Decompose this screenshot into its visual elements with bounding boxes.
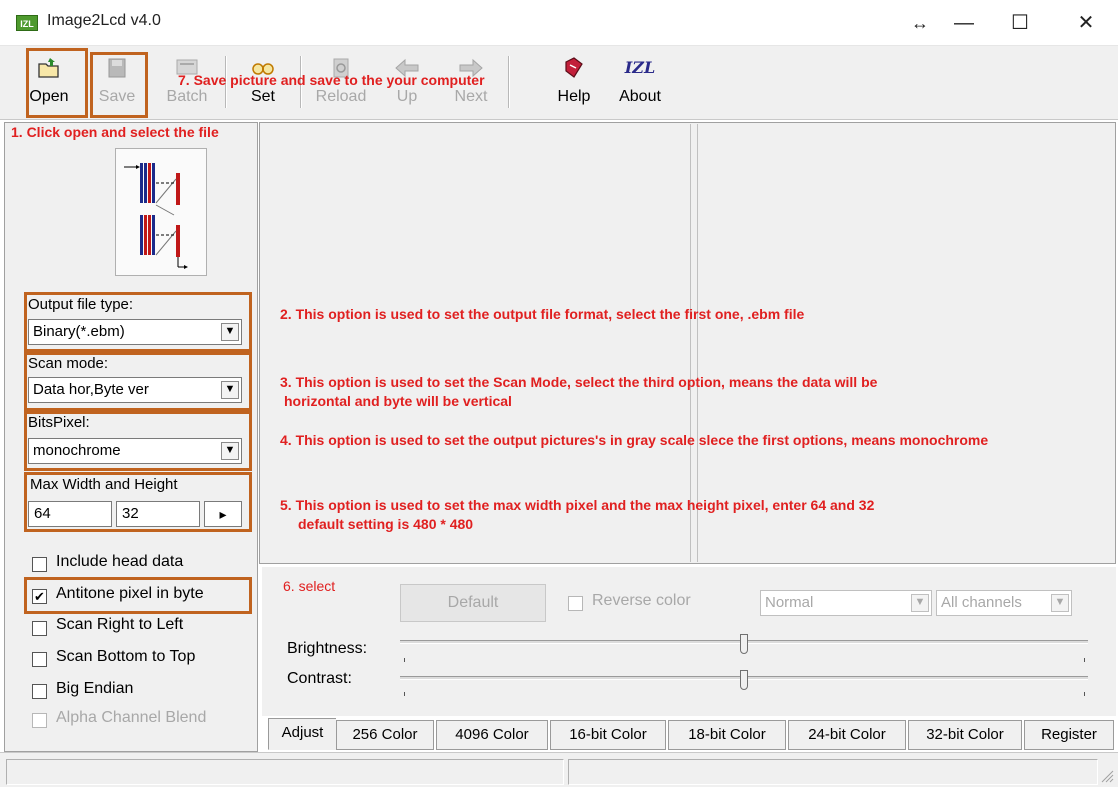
contrast-slider-thumb[interactable] bbox=[740, 670, 748, 690]
note-save: 7. Save picture and save to the your com… bbox=[178, 72, 485, 88]
save-highlight-box bbox=[90, 52, 148, 118]
chevron-down-icon[interactable]: ▼ bbox=[911, 594, 929, 612]
reverse-color-label: Reverse color bbox=[592, 592, 691, 609]
note-output-type: 2. This option is used to set the output… bbox=[280, 306, 805, 322]
note-bits-pixel: 4. This option is used to set the output… bbox=[280, 432, 989, 448]
toolbar-separator bbox=[508, 56, 510, 108]
note-select: 6. select bbox=[283, 578, 336, 594]
channels-select[interactable]: All channels ▼ bbox=[936, 590, 1072, 616]
scan-right-left-checkbox[interactable] bbox=[32, 621, 47, 636]
help-label: Help bbox=[557, 88, 591, 105]
scan-mode-diagram bbox=[124, 163, 188, 269]
bits-pixel-highlight-box bbox=[24, 411, 252, 471]
set-label: Set bbox=[250, 88, 275, 105]
scan-right-left-label: Scan Right to Left bbox=[56, 616, 184, 633]
slider-tick bbox=[1084, 658, 1085, 662]
close-button[interactable]: ✕ bbox=[1064, 8, 1108, 38]
tab-18-bit-color[interactable]: 18-bit Color bbox=[668, 720, 786, 750]
note-max-size-2: default setting is 480 * 480 bbox=[298, 516, 474, 532]
include-head-checkbox[interactable] bbox=[32, 557, 47, 572]
slider-tick bbox=[404, 692, 405, 696]
brightness-label: Brightness: bbox=[287, 640, 368, 657]
toolbar: Open Save Batch Set Reload Up Next Help … bbox=[0, 46, 1118, 120]
scan-mode-highlight-box bbox=[24, 352, 252, 411]
brightness-slider-thumb[interactable] bbox=[740, 634, 748, 654]
tab-24-bit-color[interactable]: 24-bit Color bbox=[788, 720, 906, 750]
note-scan-mode-1: 3. This option is used to set the Scan M… bbox=[280, 374, 878, 390]
status-cell-right bbox=[568, 759, 1098, 785]
slider-tick bbox=[1084, 692, 1085, 696]
alpha-blend-label: Alpha Channel Blend bbox=[56, 709, 207, 726]
help-book-icon bbox=[565, 57, 583, 78]
status-cell-left bbox=[6, 759, 564, 785]
batch-label: Batch bbox=[166, 88, 208, 105]
color-mode-value: Normal bbox=[765, 594, 814, 611]
resize-grip-icon[interactable] bbox=[1100, 769, 1114, 783]
tab-4096-color[interactable]: 4096 Color bbox=[436, 720, 548, 750]
channels-value: All channels bbox=[941, 594, 1022, 611]
output-type-highlight-box bbox=[24, 292, 252, 352]
maximize-button[interactable]: ☐ bbox=[998, 8, 1042, 38]
slider-tick bbox=[404, 658, 405, 662]
minimize-button[interactable]: — bbox=[942, 8, 986, 38]
tab-32-bit-color[interactable]: 32-bit Color bbox=[908, 720, 1022, 750]
tab-256-color[interactable]: 256 Color bbox=[336, 720, 434, 750]
max-size-highlight-box bbox=[24, 472, 252, 532]
contrast-label: Contrast: bbox=[287, 670, 352, 687]
antitone-highlight-box bbox=[24, 577, 252, 614]
next-label: Next bbox=[454, 88, 488, 105]
big-endian-label: Big Endian bbox=[56, 680, 134, 697]
scan-bottom-top-label: Scan Bottom to Top bbox=[56, 648, 196, 665]
scan-mode-preview bbox=[115, 148, 207, 276]
big-endian-checkbox[interactable] bbox=[32, 684, 47, 699]
note-max-size-1: 5. This option is used to set the max wi… bbox=[280, 497, 875, 513]
title-bar: IZL Image2Lcd v4.0 ↔ — ☐ ✕ bbox=[0, 0, 1118, 46]
resize-arrows-icon[interactable]: ↔ bbox=[898, 8, 942, 38]
scan-bottom-top-checkbox[interactable] bbox=[32, 652, 47, 667]
tab-register[interactable]: Register bbox=[1024, 720, 1114, 750]
up-label: Up bbox=[396, 88, 418, 105]
status-bar bbox=[0, 752, 1118, 787]
tab-adjust[interactable]: Adjust bbox=[268, 718, 336, 750]
note-scan-mode-2: horizontal and byte will be vertical bbox=[284, 393, 512, 409]
reload-label: Reload bbox=[315, 88, 367, 105]
window-title: Image2Lcd v4.0 bbox=[47, 12, 161, 29]
include-head-label: Include head data bbox=[56, 553, 184, 570]
note-open: 1. Click open and select the file bbox=[11, 124, 219, 140]
alpha-blend-checkbox[interactable] bbox=[32, 713, 47, 728]
help-button[interactable]: Help bbox=[547, 50, 601, 112]
app-logo-icon: IZL bbox=[16, 15, 38, 31]
izl-logo-icon: IZL bbox=[624, 58, 656, 77]
reverse-color-checkbox[interactable] bbox=[568, 596, 583, 611]
about-label: About bbox=[619, 88, 661, 105]
color-mode-select[interactable]: Normal ▼ bbox=[760, 590, 932, 616]
chevron-down-icon[interactable]: ▼ bbox=[1051, 594, 1069, 612]
tab-16-bit-color[interactable]: 16-bit Color bbox=[550, 720, 666, 750]
open-highlight-box bbox=[26, 48, 88, 118]
about-button[interactable]: IZL About bbox=[613, 50, 667, 112]
default-button[interactable]: Default bbox=[400, 584, 546, 622]
